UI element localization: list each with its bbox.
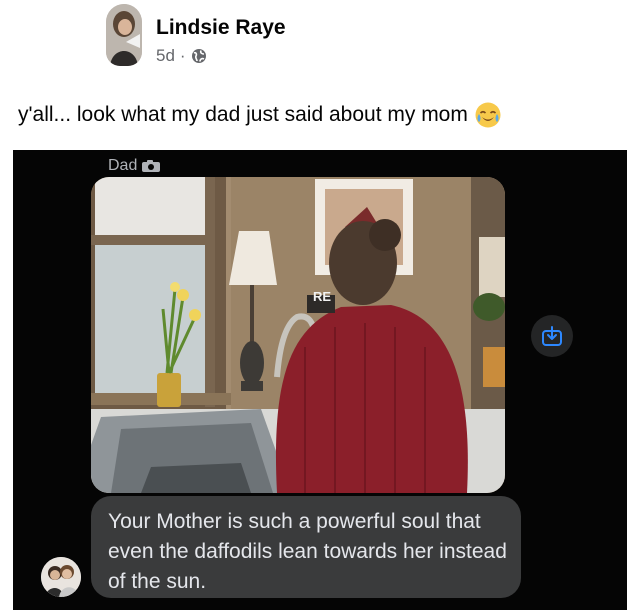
sender-name: Dad <box>108 157 138 174</box>
message-text: Your Mother is such a powerful soul that… <box>108 510 507 593</box>
author-name[interactable]: Lindsie Raye <box>156 16 286 40</box>
camera-icon <box>141 159 161 173</box>
message-screenshot: Dad RE Your Mother is such a powerful so… <box>13 150 627 610</box>
share-button[interactable] <box>531 315 573 357</box>
post-header: Lindsie Raye 5d · <box>106 4 426 70</box>
post-time[interactable]: 5d <box>156 46 175 66</box>
caption-text: y'all... look what my dad just said abou… <box>18 103 468 126</box>
message-bubble: Your Mother is such a powerful soul that… <box>91 496 521 598</box>
author-avatar[interactable] <box>106 4 142 66</box>
globe-icon <box>191 48 207 64</box>
meta-separator: · <box>179 46 186 65</box>
crying-face-emoji-icon <box>474 101 502 129</box>
post-caption: y'all... look what my dad just said abou… <box>18 101 502 129</box>
photo-sign-text: RE <box>313 289 332 304</box>
post-meta: 5d · <box>156 46 207 66</box>
message-photo[interactable]: RE <box>91 177 505 493</box>
sender-avatar[interactable] <box>41 557 81 597</box>
share-arrow-icon <box>542 326 562 346</box>
sender-label: Dad <box>108 157 161 175</box>
